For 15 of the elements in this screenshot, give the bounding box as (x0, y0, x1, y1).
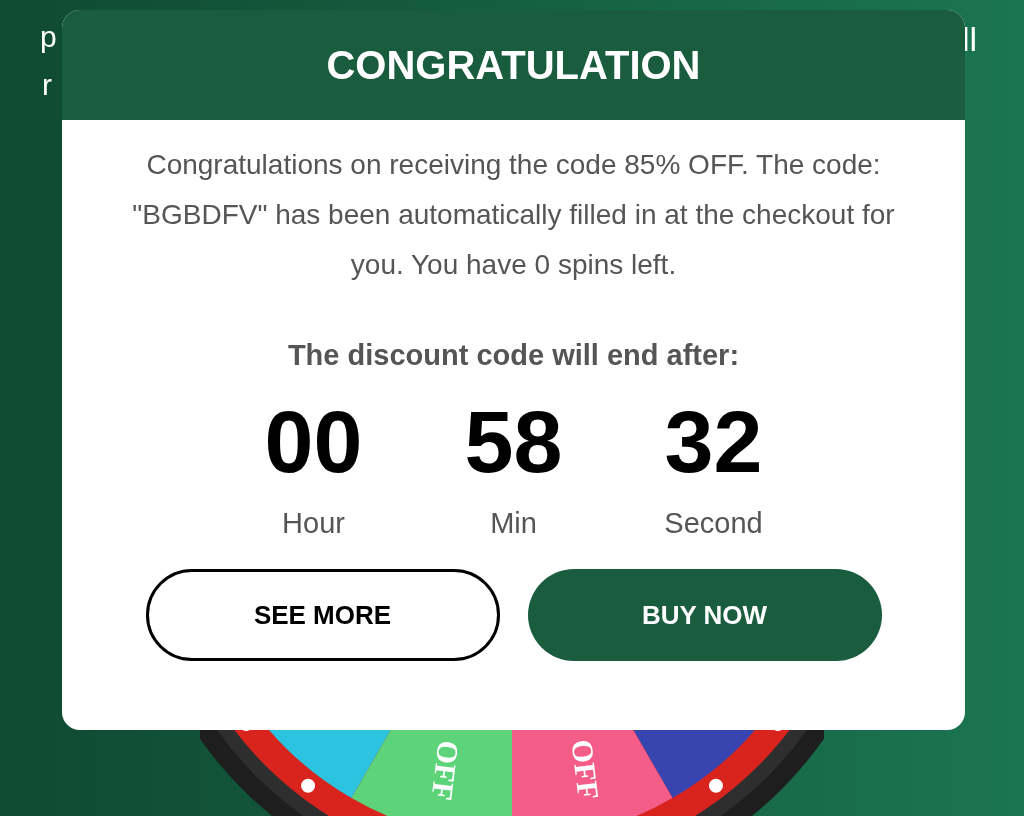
countdown-value: 32 (664, 391, 763, 492)
countdown-unit: Second (664, 505, 763, 541)
more-button[interactable]: SEE MORE (145, 569, 500, 661)
dialog-title: CONGRATULATION (326, 42, 701, 89)
wheel-label: OFF (565, 737, 606, 802)
page-text: r (42, 67, 52, 103)
countdown-label: The discount code will end after: (287, 338, 740, 373)
countdown-unit: Min (490, 505, 537, 541)
page-text: p (40, 19, 57, 55)
countdown-unit: Hour (282, 505, 345, 541)
wheel-label: OFF (425, 738, 466, 803)
buy-button[interactable]: BUY NOW (527, 569, 882, 661)
countdown-value: 58 (464, 391, 563, 492)
message-text: Congratulations on receiving the code 85% OFF. The code: "BGBDFV" has been automatically filled in at the checkout for you. You have 0 spins left. (131, 148, 896, 282)
countdown-value: 00 (264, 391, 363, 492)
